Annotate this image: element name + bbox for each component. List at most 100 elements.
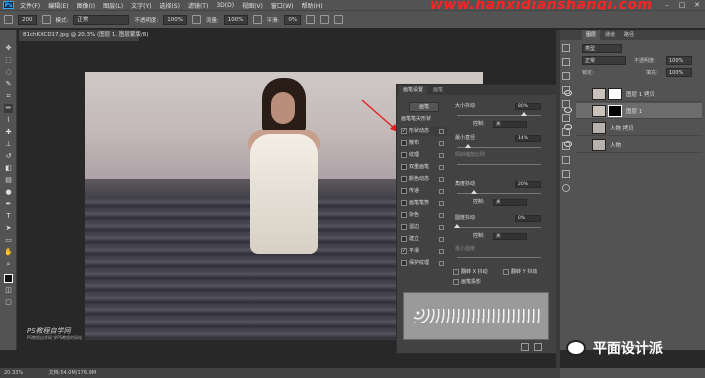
lock-icon[interactable] bbox=[439, 237, 444, 242]
layer-row-active[interactable]: 图层 1 bbox=[564, 103, 702, 119]
lightbulb-icon[interactable] bbox=[562, 184, 570, 192]
marquee-tool-icon[interactable]: ⬚ bbox=[4, 56, 13, 65]
new-brush-icon[interactable] bbox=[534, 343, 542, 351]
brush-size-picker[interactable]: 200 bbox=[18, 14, 37, 25]
menu-layer[interactable]: 图层(L) bbox=[103, 1, 123, 10]
layer-name[interactable]: 人物 拷贝 bbox=[610, 124, 634, 132]
shape-dynamics-checkbox[interactable]: ✓ bbox=[401, 127, 407, 134]
lock-icon[interactable] bbox=[439, 177, 444, 182]
lock-icon[interactable] bbox=[439, 129, 444, 134]
brush-settings-icon[interactable] bbox=[41, 15, 51, 24]
layer-row[interactable]: 图层 1 拷贝 bbox=[564, 86, 702, 102]
lock-icon[interactable] bbox=[439, 261, 444, 266]
airbrush-icon[interactable] bbox=[252, 15, 262, 24]
fill-input[interactable]: 100% bbox=[666, 68, 692, 77]
document-tab[interactable]: 81chKXCD17.jpg @ 20.3% (图层 1, 图层蒙版/8) bbox=[19, 30, 148, 41]
brush-tool-icon[interactable] bbox=[4, 15, 13, 24]
menu-select[interactable]: 选择(S) bbox=[159, 1, 180, 10]
maximize-icon[interactable]: □ bbox=[676, 1, 688, 9]
control-select-1[interactable]: 关 bbox=[493, 121, 527, 128]
menu-type[interactable]: 文字(Y) bbox=[131, 1, 151, 10]
history-panel-icon[interactable] bbox=[562, 44, 570, 52]
lock-icon[interactable] bbox=[439, 213, 444, 218]
size-jitter-slider[interactable] bbox=[457, 115, 541, 116]
tab-channels[interactable]: 通道 bbox=[601, 30, 619, 40]
swatches-panel-icon[interactable] bbox=[562, 156, 570, 164]
zoom-tool-icon[interactable]: ⌕ bbox=[4, 260, 13, 269]
healing-tool-icon[interactable]: ✚ bbox=[4, 128, 13, 137]
move-tool-icon[interactable]: ✥ bbox=[4, 44, 13, 53]
roundness-jitter-input[interactable]: 0% bbox=[515, 215, 541, 222]
foreground-color-swatch[interactable] bbox=[4, 274, 13, 283]
eyedropper-tool-icon[interactable]: ⌇ bbox=[4, 116, 13, 125]
menu-edit[interactable]: 编辑(E) bbox=[48, 1, 68, 10]
pressure-size-icon[interactable] bbox=[320, 15, 330, 24]
shape-tool-icon[interactable]: ▭ bbox=[4, 236, 13, 245]
tab-paths[interactable]: 路径 bbox=[620, 30, 638, 40]
mode-select[interactable]: 正常 bbox=[73, 14, 130, 25]
crop-tool-icon[interactable]: ⌗ bbox=[4, 92, 13, 101]
pressure-opacity-icon[interactable] bbox=[191, 15, 201, 24]
control-select-3[interactable]: 关 bbox=[493, 233, 527, 240]
adjustments-panel-icon[interactable] bbox=[562, 58, 570, 66]
angle-jitter-slider-thumb[interactable] bbox=[471, 190, 477, 194]
layer-row[interactable]: 人物 bbox=[564, 137, 702, 153]
lock-icon[interactable] bbox=[439, 201, 444, 206]
angle-jitter-input[interactable]: 20% bbox=[515, 181, 541, 188]
glyphs-panel-icon[interactable] bbox=[562, 142, 570, 150]
brush-presets-button[interactable]: 画笔 bbox=[409, 102, 439, 112]
menu-3d[interactable]: 3D(D) bbox=[216, 2, 234, 9]
symmetry-icon[interactable] bbox=[334, 15, 344, 24]
min-diameter-slider-thumb[interactable] bbox=[465, 144, 471, 148]
size-jitter-slider-thumb[interactable] bbox=[521, 112, 527, 116]
character-panel-icon[interactable] bbox=[562, 114, 570, 122]
tilt-scale-slider[interactable] bbox=[457, 164, 541, 165]
eraser-tool-icon[interactable]: ◧ bbox=[4, 164, 13, 173]
roundness-jitter-slider[interactable] bbox=[457, 227, 541, 228]
paragraph-panel-icon[interactable] bbox=[562, 128, 570, 136]
tab-brush-settings[interactable]: 画笔设置 bbox=[399, 86, 428, 95]
control-select-2[interactable]: 关 bbox=[493, 199, 527, 206]
roundness-jitter-slider-thumb[interactable] bbox=[454, 224, 460, 228]
lock-icon[interactable] bbox=[439, 165, 444, 170]
screen-mode-icon[interactable]: ▢ bbox=[4, 298, 13, 307]
layer-name[interactable]: 图层 1 拷贝 bbox=[626, 90, 655, 98]
size-jitter-input[interactable]: 80% bbox=[515, 103, 541, 110]
pen-tool-icon[interactable]: ✒ bbox=[4, 200, 13, 209]
min-diameter-input[interactable]: 14% bbox=[515, 135, 541, 142]
tab-brushes[interactable]: 画笔 bbox=[429, 86, 448, 95]
flip-x-row[interactable]: 翻转 X 抖动 bbox=[453, 268, 503, 277]
properties-panel-icon[interactable] bbox=[562, 72, 570, 80]
info-panel-icon[interactable] bbox=[562, 170, 570, 178]
layer-opacity-input[interactable]: 100% bbox=[666, 56, 692, 65]
layer-name[interactable]: 图层 1 bbox=[626, 107, 642, 115]
dodge-tool-icon[interactable]: ● bbox=[4, 188, 13, 197]
menu-help[interactable]: 帮助(H) bbox=[302, 1, 323, 10]
history-brush-tool-icon[interactable]: ↺ bbox=[4, 152, 13, 161]
smoothing-input[interactable]: 0% bbox=[284, 14, 302, 25]
hand-tool-icon[interactable]: ✋ bbox=[4, 248, 13, 257]
lock-icon[interactable] bbox=[439, 141, 444, 146]
lock-icon[interactable] bbox=[439, 189, 444, 194]
lock-icon[interactable] bbox=[439, 249, 444, 254]
lasso-tool-icon[interactable]: ◌ bbox=[4, 68, 13, 77]
path-select-tool-icon[interactable]: ➤ bbox=[4, 224, 13, 233]
gear-icon[interactable] bbox=[306, 15, 316, 24]
angle-jitter-slider[interactable] bbox=[457, 193, 541, 194]
menu-filter[interactable]: 滤镜(T) bbox=[188, 1, 208, 10]
lock-icon[interactable] bbox=[439, 153, 444, 158]
gradient-tool-icon[interactable]: ▤ bbox=[4, 176, 13, 185]
quick-select-tool-icon[interactable]: ✎ bbox=[4, 80, 13, 89]
close-icon[interactable]: ✕ bbox=[691, 1, 703, 9]
brush-projection-row[interactable]: 画笔投影 bbox=[453, 278, 513, 287]
layer-name[interactable]: 人物 bbox=[610, 141, 621, 149]
opacity-input[interactable]: 100% bbox=[163, 14, 187, 25]
blend-mode-select[interactable]: 正常 bbox=[582, 56, 626, 65]
menu-file[interactable]: 文件(F) bbox=[20, 1, 40, 10]
minimize-icon[interactable]: – bbox=[661, 1, 673, 9]
flow-input[interactable]: 100% bbox=[223, 14, 248, 25]
quick-mask-icon[interactable]: ◫ bbox=[4, 286, 13, 295]
lock-icon[interactable] bbox=[439, 225, 444, 230]
menu-window[interactable]: 窗口(W) bbox=[271, 1, 294, 10]
toggle-preview-icon[interactable] bbox=[521, 343, 529, 351]
